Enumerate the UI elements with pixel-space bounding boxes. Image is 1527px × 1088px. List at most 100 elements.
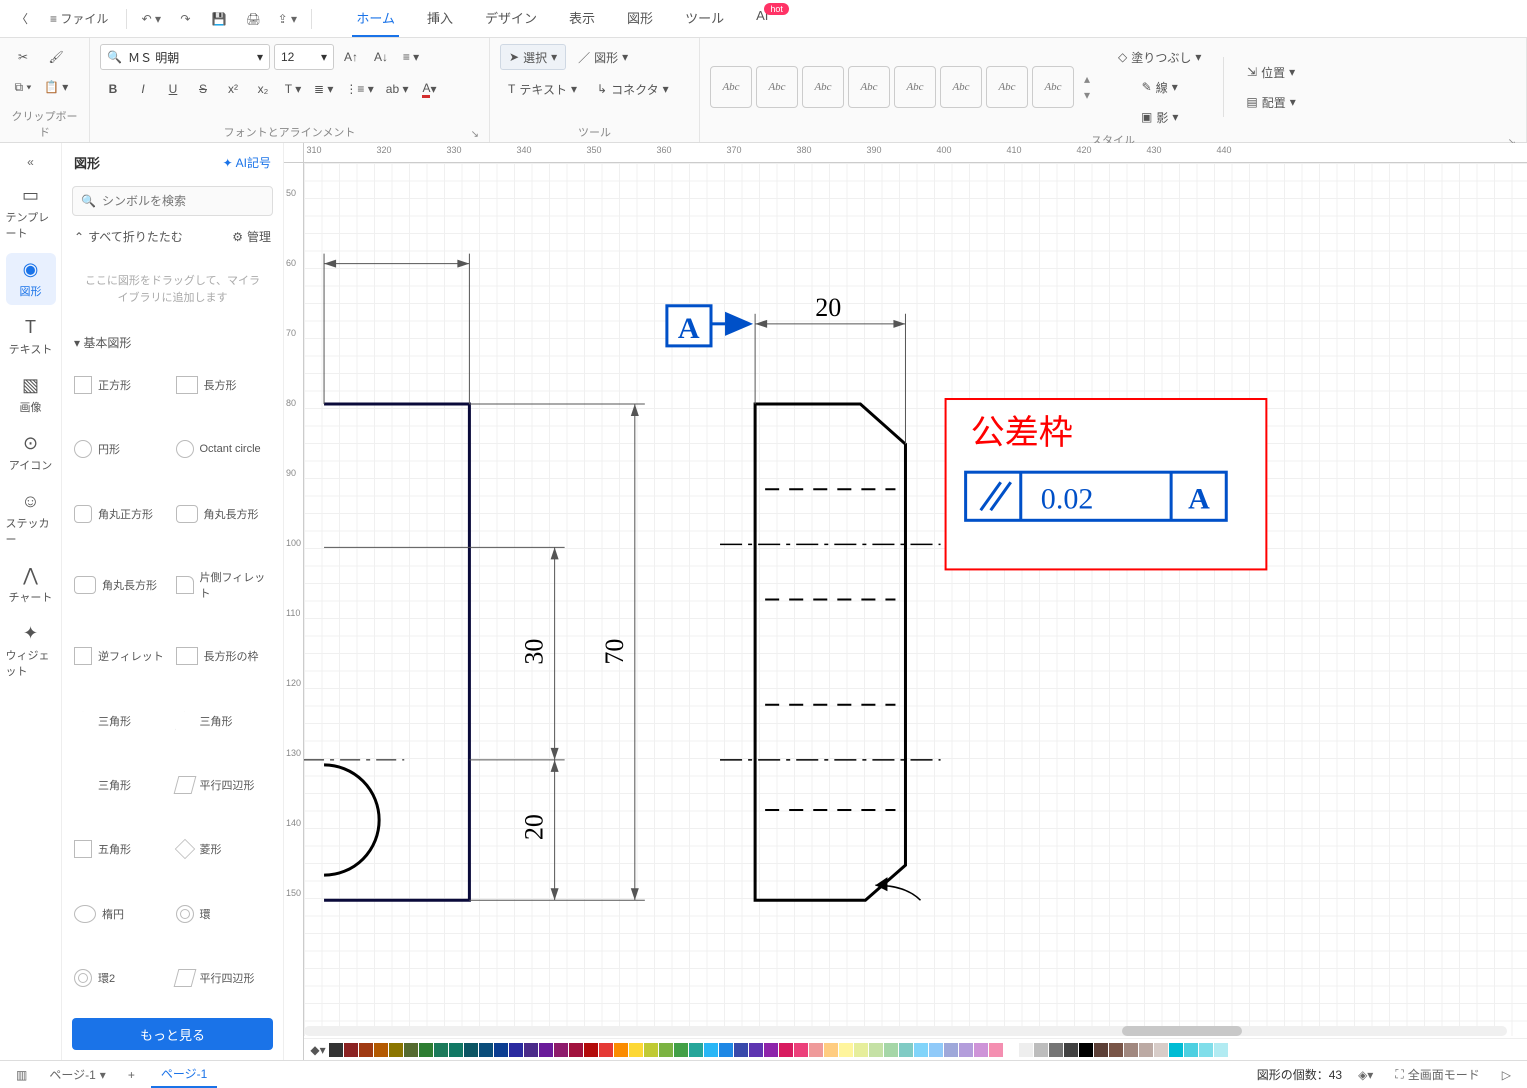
paste-button[interactable]: 📋 ▾: [40, 74, 72, 100]
drawing-arc[interactable]: [324, 765, 379, 875]
shape-item[interactable]: 円形: [72, 419, 172, 479]
add-page-button[interactable]: +: [122, 1066, 141, 1084]
decrease-font-button[interactable]: A↓: [368, 44, 394, 70]
style-preset[interactable]: Abc: [894, 66, 936, 108]
color-swatch[interactable]: [1034, 1043, 1048, 1057]
color-swatch[interactable]: [629, 1043, 643, 1057]
redo-button[interactable]: ↷: [171, 5, 199, 33]
color-swatch[interactable]: [434, 1043, 448, 1057]
color-swatch[interactable]: [959, 1043, 973, 1057]
font-family-select[interactable]: 🔍 ＭＳ 明朝 ▾: [100, 44, 270, 70]
rail-images[interactable]: ▧画像: [6, 369, 56, 421]
more-shapes-button[interactable]: もっと見る: [72, 1018, 273, 1050]
color-swatch[interactable]: [644, 1043, 658, 1057]
cut-button[interactable]: ✂: [10, 44, 36, 70]
color-swatch[interactable]: [419, 1043, 433, 1057]
shape-item[interactable]: 環: [174, 883, 274, 943]
shape-item[interactable]: 角丸長方形: [72, 548, 172, 622]
color-swatch[interactable]: [404, 1043, 418, 1057]
rail-shapes[interactable]: ◉図形: [6, 253, 56, 305]
color-swatch[interactable]: [554, 1043, 568, 1057]
underline-button[interactable]: U: [160, 76, 186, 102]
line-button[interactable]: ✎ 線 ▾: [1110, 74, 1209, 100]
color-swatch[interactable]: [1184, 1043, 1198, 1057]
color-swatch[interactable]: [509, 1043, 523, 1057]
shape-item[interactable]: 角丸正方形: [72, 484, 172, 544]
manage-libraries[interactable]: ⚙ 管理: [232, 228, 271, 245]
shape-item[interactable]: 角丸長方形: [174, 484, 274, 544]
rail-stickers[interactable]: ☺ステッカー: [6, 485, 56, 553]
color-swatch[interactable]: [779, 1043, 793, 1057]
font-dialog-launcher[interactable]: ↘: [471, 129, 479, 140]
shape-item[interactable]: 逆フィレット: [72, 626, 172, 686]
color-swatch[interactable]: [1079, 1043, 1093, 1057]
shape-tool[interactable]: ／ 図形 ▾: [570, 44, 636, 70]
color-swatch[interactable]: [584, 1043, 598, 1057]
color-swatch[interactable]: [359, 1043, 373, 1057]
rail-text[interactable]: Tテキスト: [6, 311, 56, 363]
color-swatch[interactable]: [929, 1043, 943, 1057]
strike-button[interactable]: S: [190, 76, 216, 102]
shape-item[interactable]: 三角形: [72, 755, 172, 815]
section-basic-shapes[interactable]: ▾ 基本図形: [62, 326, 283, 355]
subscript-button[interactable]: x₂: [250, 76, 276, 102]
color-swatch[interactable]: [374, 1043, 388, 1057]
shape-item[interactable]: 片側フィレット: [174, 548, 274, 622]
rail-templates[interactable]: ▭テンプレート: [6, 179, 56, 247]
bold-button[interactable]: B: [100, 76, 126, 102]
collapse-rail[interactable]: «: [0, 151, 61, 173]
select-tool[interactable]: ➤ 選択 ▾: [500, 44, 566, 70]
tab-view[interactable]: 表示: [565, 0, 599, 37]
style-preset[interactable]: Abc: [940, 66, 982, 108]
color-swatch[interactable]: [449, 1043, 463, 1057]
color-swatch[interactable]: [974, 1043, 988, 1057]
color-swatch[interactable]: [1124, 1043, 1138, 1057]
page-select[interactable]: ページ-1 ▾: [43, 1064, 111, 1085]
color-swatch[interactable]: [869, 1043, 883, 1057]
canvas[interactable]: 70 30 20: [304, 163, 1527, 1036]
rail-charts[interactable]: ⋀チャート: [6, 559, 56, 611]
shape-item[interactable]: Octant circle: [174, 419, 274, 479]
shape-item[interactable]: 環2: [72, 948, 172, 1008]
collapse-all[interactable]: ⌃ すべて折りたたむ: [74, 228, 183, 245]
undo-button[interactable]: ↶ ▾: [137, 5, 165, 33]
format-painter-button[interactable]: 🖌: [40, 44, 72, 70]
drawing-shape[interactable]: [324, 404, 469, 900]
copy-button[interactable]: ⧉ ▾: [10, 74, 36, 100]
color-swatch[interactable]: [329, 1043, 343, 1057]
position-button[interactable]: ⇲ 位置 ▾: [1238, 59, 1303, 85]
layers-button[interactable]: ◈▾: [1352, 1066, 1379, 1084]
shape-item[interactable]: 平行四辺形: [174, 948, 274, 1008]
shape-item[interactable]: 三角形: [174, 690, 274, 750]
color-swatch[interactable]: [479, 1043, 493, 1057]
tab-tools[interactable]: ツール: [681, 0, 728, 37]
style-preset[interactable]: Abc: [986, 66, 1028, 108]
color-swatch[interactable]: [1094, 1043, 1108, 1057]
style-preset[interactable]: Abc: [710, 66, 752, 108]
color-swatch[interactable]: [884, 1043, 898, 1057]
shape-item[interactable]: 長方形: [174, 355, 274, 415]
color-swatch[interactable]: [344, 1043, 358, 1057]
color-swatch[interactable]: [614, 1043, 628, 1057]
tab-ai[interactable]: AIhot: [752, 0, 797, 37]
color-swatch[interactable]: [1019, 1043, 1033, 1057]
style-preset[interactable]: Abc: [802, 66, 844, 108]
color-swatch[interactable]: [824, 1043, 838, 1057]
shape-item[interactable]: 正方形: [72, 355, 172, 415]
print-button[interactable]: 🖨: [239, 5, 267, 33]
style-gallery-more[interactable]: ▴▾: [1078, 66, 1096, 108]
color-swatch[interactable]: [944, 1043, 958, 1057]
color-swatch[interactable]: [764, 1043, 778, 1057]
color-swatch[interactable]: [734, 1043, 748, 1057]
color-swatch[interactable]: [899, 1043, 913, 1057]
ruler-horizontal[interactable]: 3103203303403503603703803904004104204304…: [304, 143, 1527, 163]
tab-design[interactable]: デザイン: [481, 0, 541, 37]
color-swatch[interactable]: [749, 1043, 763, 1057]
style-preset[interactable]: Abc: [756, 66, 798, 108]
shadow-button[interactable]: ▣ 影 ▾: [1110, 104, 1209, 130]
shape-search[interactable]: 🔍: [72, 186, 273, 216]
superscript-button[interactable]: x²: [220, 76, 246, 102]
color-swatch[interactable]: [1154, 1043, 1168, 1057]
style-preset[interactable]: Abc: [1032, 66, 1074, 108]
page-tab[interactable]: ページ-1: [151, 1061, 217, 1088]
